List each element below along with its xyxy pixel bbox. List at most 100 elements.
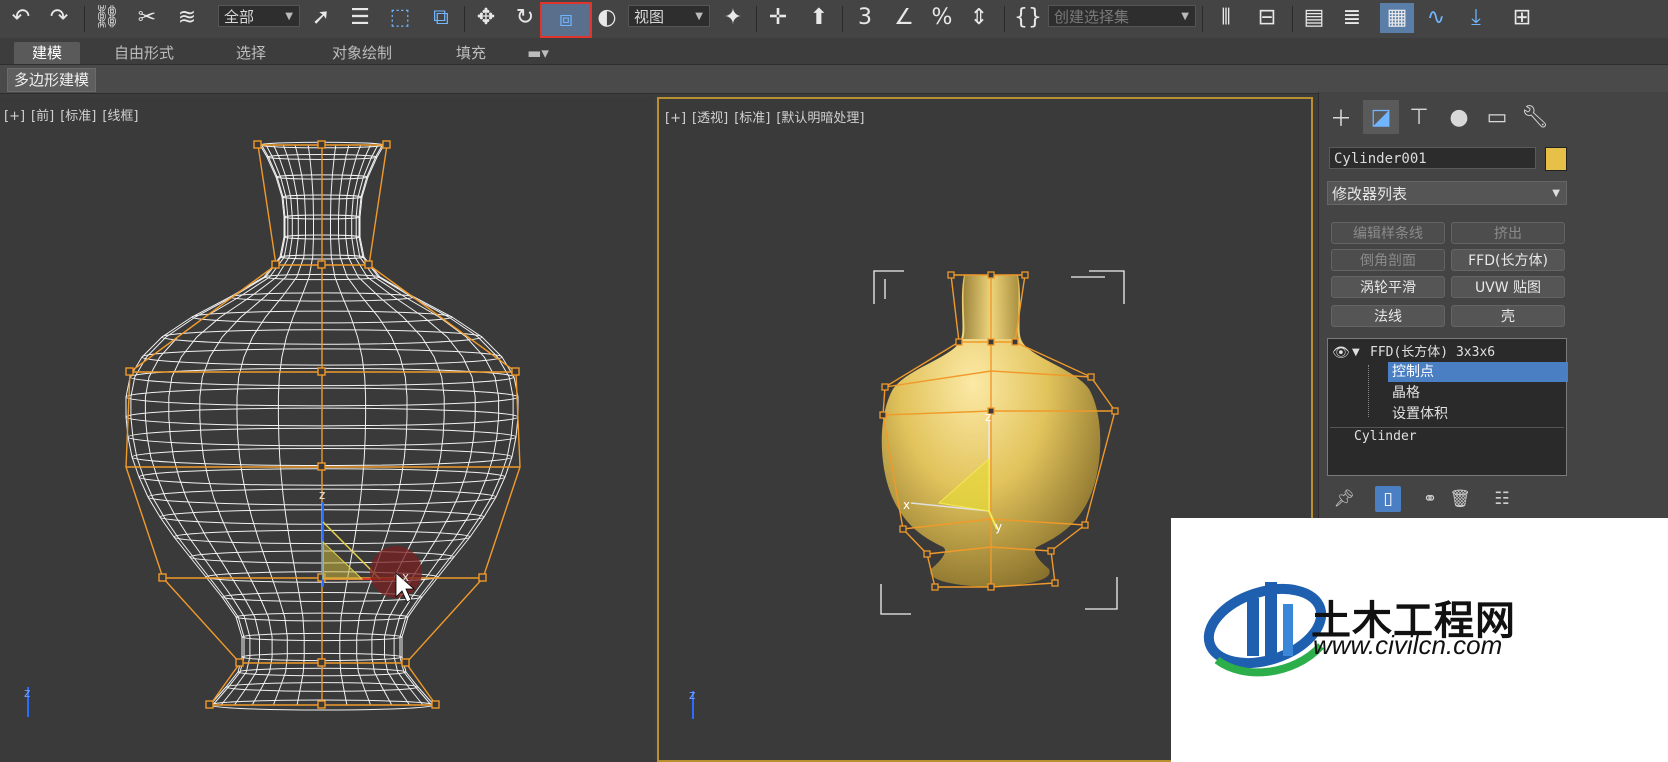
- toolbar-separator: [1202, 6, 1203, 32]
- curve-editor-icon[interactable]: ∿: [1420, 3, 1452, 33]
- watermark-url: www.civilcn.com: [1313, 630, 1503, 660]
- expand-triangle-icon[interactable]: ▼: [1352, 343, 1360, 363]
- snap-dimension-label: 3: [858, 5, 872, 30]
- tab-modeling[interactable]: 建模: [14, 42, 80, 64]
- percent-snap-label: %: [931, 5, 953, 30]
- shell-button[interactable]: 壳: [1451, 305, 1565, 327]
- ffd-box-button[interactable]: FFD(长方体): [1451, 249, 1565, 271]
- front-wireframe-scene: z x z: [24, 140, 521, 717]
- make-unique-icon[interactable]: ⚭: [1417, 486, 1443, 512]
- named-selection-dropdown[interactable]: 创建选择集 ▼: [1048, 5, 1196, 27]
- toolbar-separator: [1292, 6, 1293, 32]
- chevron-down-icon: ▼: [1552, 188, 1560, 199]
- ribbon-tab-bar: 建模 自由形式 选择 对象绘制 填充 ▬▾: [0, 38, 1668, 64]
- select-and-scale-icon[interactable]: ⧈: [540, 2, 592, 38]
- stack-tree-line: [1368, 365, 1370, 417]
- spinner-snap-icon[interactable]: ⇕: [964, 3, 994, 33]
- stack-item-cylinder[interactable]: Cylinder: [1354, 427, 1417, 447]
- display-tab-icon[interactable]: ▭: [1479, 100, 1515, 134]
- schematic-view-icon[interactable]: ⤓: [1460, 3, 1492, 33]
- bind-space-warp-icon[interactable]: ≋: [170, 3, 204, 33]
- ribbon-panel-bar: 多边形建模: [0, 64, 1668, 94]
- unlink-icon[interactable]: ✂: [132, 3, 162, 33]
- reference-coordinate-dropdown[interactable]: 视图 ▼: [628, 5, 710, 27]
- toolbar-separator: [464, 6, 465, 32]
- world-axis-z-label: z: [689, 688, 695, 702]
- command-panel-tabs: ＋ ◪ ⊤ ● ▭ 🔧︎: [1319, 100, 1668, 136]
- redo-icon[interactable]: ↷: [44, 3, 74, 33]
- turbosmooth-button[interactable]: 涡轮平滑: [1331, 276, 1445, 298]
- uvw-map-button[interactable]: UVW 贴图: [1451, 276, 1565, 298]
- utilities-tab-wrench-icon[interactable]: 🔧︎: [1517, 100, 1553, 134]
- modifier-list-dropdown[interactable]: 修改器列表 ▼: [1327, 181, 1567, 205]
- percent-snap-icon[interactable]: %: [926, 3, 958, 33]
- mirror-icon[interactable]: ⫴: [1208, 3, 1244, 33]
- material-editor-icon[interactable]: ⊞: [1506, 3, 1538, 33]
- selection-filter-dropdown[interactable]: 全部 ▼: [218, 5, 300, 27]
- chevron-down-icon: ▼: [1181, 11, 1189, 22]
- configure-modifier-sets-icon[interactable]: ☷: [1489, 486, 1515, 512]
- remove-modifier-trash-icon[interactable]: 🗑︎: [1447, 486, 1473, 512]
- normal-button[interactable]: 法线: [1331, 305, 1445, 327]
- move-icon[interactable]: ✥: [470, 3, 502, 33]
- select-by-name-icon[interactable]: ☰: [344, 3, 376, 33]
- align-icon[interactable]: ⊟: [1250, 3, 1284, 33]
- create-tab-plus-icon[interactable]: ＋: [1323, 100, 1359, 134]
- angle-snap-icon[interactable]: ∠: [888, 3, 920, 33]
- scale-gizmo[interactable]: [322, 502, 422, 603]
- object-color-swatch[interactable]: [1545, 147, 1567, 171]
- bevel-profile-button[interactable]: 倒角剖面: [1331, 249, 1445, 271]
- toolbar-separator: [1004, 6, 1005, 32]
- tab-freeform[interactable]: 自由形式: [104, 42, 184, 64]
- stack-sub-set-volume[interactable]: 设置体积: [1392, 404, 1448, 424]
- modifier-visibility-eye-icon[interactable]: 👁︎: [1332, 343, 1350, 363]
- modifier-list-label: 修改器列表: [1332, 185, 1408, 203]
- motion-tab-icon[interactable]: ●: [1441, 100, 1477, 134]
- rotate-icon[interactable]: ↻: [510, 3, 540, 33]
- select-object-icon[interactable]: ➚: [306, 3, 336, 33]
- gizmo-axis-x: x: [903, 498, 910, 512]
- layer-manager-icon[interactable]: ▤: [1298, 3, 1330, 33]
- tab-object-paint[interactable]: 对象绘制: [322, 42, 402, 64]
- selection-filter-value: 全部: [224, 8, 255, 26]
- undo-icon[interactable]: ↶: [6, 3, 36, 33]
- chevron-down-icon: ▼: [695, 11, 703, 22]
- toolbar-separator: [84, 6, 85, 32]
- main-toolbar: ↶ ↷ ⛓ ✂ ≋ 全部 ▼ ➚ ☰ ⬚ ⧉ ✥ ↻ ⧈ ◐ 视图 ▼ ✦ ✛ …: [0, 0, 1668, 39]
- ribbon-options-icon[interactable]: ▬▾: [518, 42, 558, 64]
- snap-toggle-icon[interactable]: 3: [848, 3, 882, 33]
- gizmo-axis-z: z: [985, 410, 991, 424]
- modifier-stack-toolbar: 📌︎ ▯ ⚭ 🗑︎ ☷: [1327, 484, 1567, 514]
- place-icon[interactable]: ◐: [592, 3, 622, 33]
- ribbon-toggle-icon[interactable]: ▦: [1380, 3, 1414, 33]
- pivot-center-icon[interactable]: ✦: [716, 3, 750, 33]
- show-end-result-icon[interactable]: ▯: [1375, 486, 1401, 512]
- stack-sub-lattice[interactable]: 晶格: [1392, 383, 1420, 403]
- select-manipulate-icon[interactable]: ✛: [762, 3, 794, 33]
- link-icon[interactable]: ⛓: [92, 3, 122, 33]
- hierarchy-tab-icon[interactable]: ⊤: [1401, 100, 1437, 134]
- chevron-down-icon: ▼: [285, 11, 293, 22]
- modify-tab-icon[interactable]: ◪: [1363, 100, 1399, 134]
- tab-populate[interactable]: 填充: [446, 42, 496, 64]
- edit-spline-button[interactable]: 编辑样条线: [1331, 222, 1445, 244]
- object-name-field[interactable]: Cylinder001: [1329, 147, 1536, 169]
- polygon-modeling-panel-tab[interactable]: 多边形建模: [7, 68, 97, 92]
- tab-selection[interactable]: 选择: [226, 42, 276, 64]
- modifier-stack: 👁︎ ▼ FFD(长方体) 3x3x6 控制点 晶格 设置体积 Cylinder: [1327, 338, 1568, 476]
- toolbar-separator: [756, 6, 757, 32]
- scene-explorer-icon[interactable]: ≣: [1336, 3, 1368, 33]
- pin-stack-icon[interactable]: 📌︎: [1331, 486, 1357, 512]
- keyboard-shortcut-toggle-icon[interactable]: ⬆: [804, 3, 834, 33]
- window-crossing-icon[interactable]: ⧉: [424, 3, 458, 33]
- gizmo-axis-x: x: [402, 570, 409, 584]
- extrude-button[interactable]: 挤出: [1451, 222, 1565, 244]
- gizmo-axis-z: z: [319, 488, 325, 502]
- stack-sub-control-points[interactable]: 控制点: [1388, 362, 1568, 382]
- toolbar-separator: [842, 6, 843, 32]
- edit-named-selection-icon[interactable]: {}: [1010, 3, 1046, 33]
- stack-item-ffd-box[interactable]: FFD(长方体) 3x3x6: [1370, 343, 1495, 363]
- viewport-front[interactable]: [+] [前] [标准] [线框] z x z: [0, 97, 655, 762]
- rectangular-selection-icon[interactable]: ⬚: [384, 3, 416, 33]
- reference-coordinate-value: 视图: [634, 8, 665, 26]
